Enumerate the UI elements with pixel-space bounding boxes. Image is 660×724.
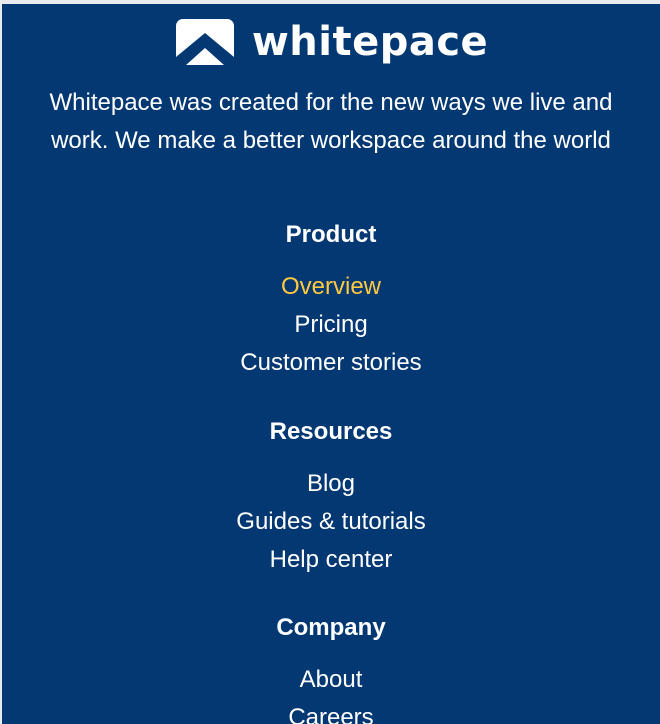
link-overview[interactable]: Overview: [2, 268, 660, 306]
footer-section-product: Product Overview Pricing Customer storie…: [2, 220, 660, 382]
footer-section-company: Company About Careers: [2, 613, 660, 724]
link-blog[interactable]: Blog: [2, 465, 660, 503]
section-heading-resources: Resources: [269, 418, 393, 445]
company-links: About Careers: [2, 661, 660, 724]
whitepace-logo-icon: [174, 17, 236, 67]
site-footer: whitepace Whitepace was created for the …: [2, 4, 660, 724]
link-guides-tutorials[interactable]: Guides & tutorials: [2, 503, 660, 541]
link-customer-stories[interactable]: Customer stories: [2, 344, 660, 382]
tagline: Whitepace was created for the new ways w…: [49, 89, 613, 154]
footer-section-resources: Resources Blog Guides & tutorials Help c…: [2, 417, 660, 579]
brand[interactable]: whitepace: [2, 14, 660, 70]
product-links: Overview Pricing Customer stories: [2, 268, 660, 382]
section-heading-product: Product: [285, 221, 377, 248]
resources-links: Blog Guides & tutorials Help center: [2, 465, 660, 579]
link-about[interactable]: About: [2, 661, 660, 699]
section-heading-company: Company: [276, 614, 386, 641]
link-pricing[interactable]: Pricing: [2, 306, 660, 344]
link-help-center[interactable]: Help center: [2, 541, 660, 579]
link-careers[interactable]: Careers: [2, 699, 660, 724]
brand-name: whitepace: [251, 19, 489, 65]
